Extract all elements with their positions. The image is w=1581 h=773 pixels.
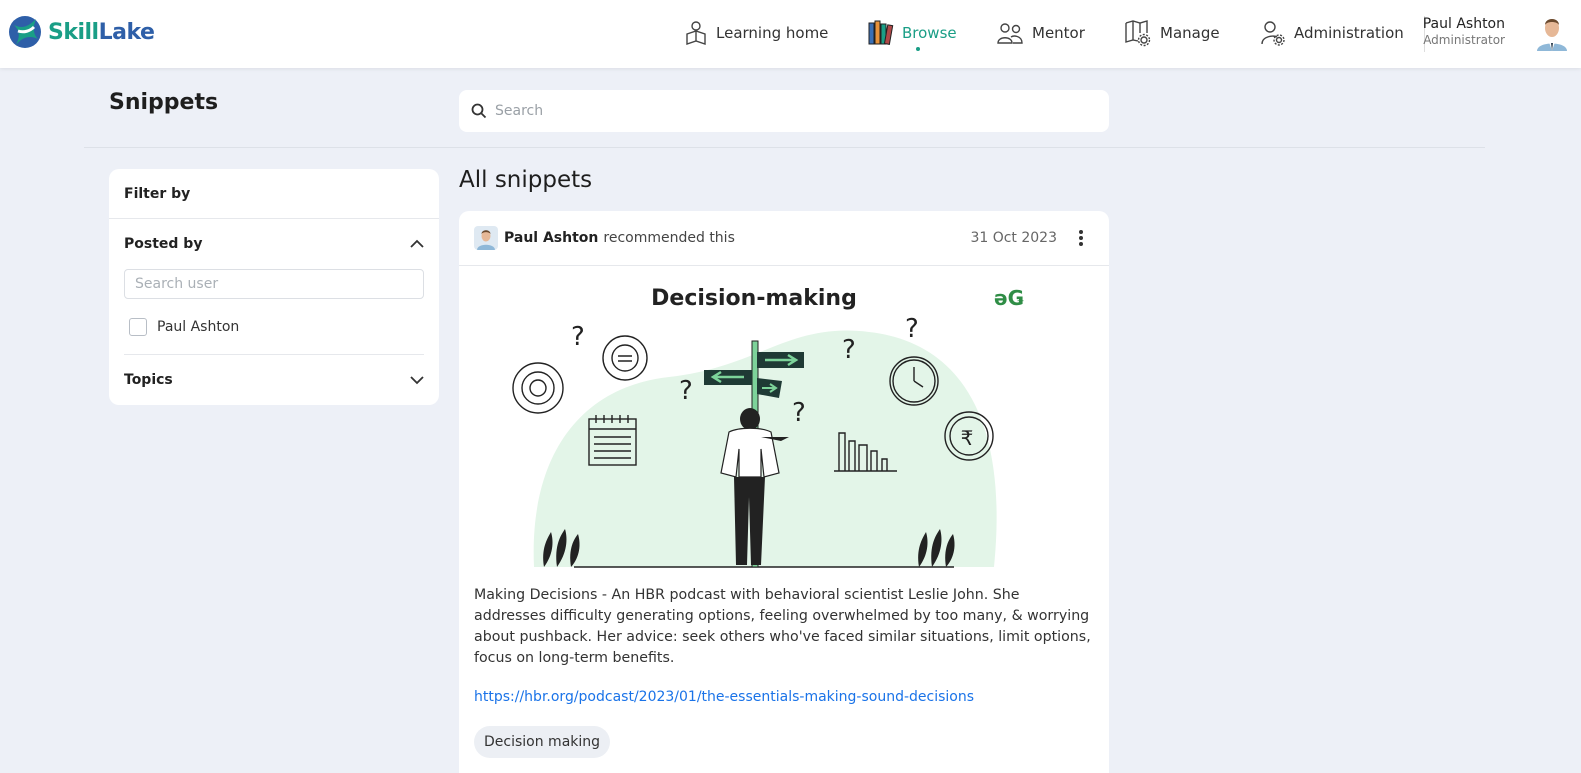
logo-text-lake: Lake bbox=[98, 19, 155, 45]
page-title: Snippets bbox=[109, 90, 219, 115]
poster-action: recommended this bbox=[603, 230, 735, 246]
nav-administration[interactable]: Administration bbox=[1260, 18, 1404, 48]
poster-avatar[interactable] bbox=[474, 226, 498, 250]
svg-text:?: ? bbox=[571, 322, 585, 352]
posted-by-label: Posted by bbox=[124, 236, 203, 252]
snippet-date: 31 Oct 2023 bbox=[970, 230, 1057, 246]
top-navigation-bar: SkillLake Learning home Browse Mentor Ma… bbox=[0, 0, 1581, 68]
snippet-description: Making Decisions - An HBR podcast with b… bbox=[474, 587, 1091, 666]
search-bar[interactable] bbox=[459, 90, 1109, 132]
manage-icon bbox=[1125, 20, 1151, 47]
logo-text-skill: Skill bbox=[48, 19, 99, 45]
svg-text:₹: ₹ bbox=[961, 426, 974, 450]
mentor-icon bbox=[997, 23, 1023, 44]
image-title: Decision-making bbox=[651, 286, 857, 311]
nav-administration-label: Administration bbox=[1294, 24, 1404, 42]
nav-browse-label: Browse bbox=[902, 24, 957, 42]
section-divider bbox=[84, 147, 1485, 148]
snippet-link[interactable]: https://hbr.org/podcast/2023/01/the-esse… bbox=[474, 689, 974, 705]
nav-browse[interactable]: Browse bbox=[868, 18, 957, 51]
user-menu[interactable]: Paul Ashton Administrator bbox=[1423, 16, 1505, 47]
image-logo: ǝǤ bbox=[994, 286, 1024, 310]
section-title: All snippets bbox=[459, 167, 593, 193]
chevron-down-icon bbox=[410, 376, 424, 385]
topics-toggle[interactable]: Topics bbox=[109, 355, 439, 405]
chevron-up-icon bbox=[410, 239, 424, 248]
snippet-card: Paul Ashton recommended this 31 Oct 2023… bbox=[459, 211, 1109, 773]
snippet-image[interactable]: Decision-making ǝǤ ₹ ?? ?? ? bbox=[499, 277, 1059, 577]
nav-learning-home-label: Learning home bbox=[716, 24, 829, 42]
skilllake-logo[interactable]: SkillLake bbox=[8, 13, 155, 51]
svg-text:?: ? bbox=[792, 398, 806, 428]
svg-text:?: ? bbox=[679, 376, 693, 406]
svg-text:?: ? bbox=[842, 335, 856, 365]
user-checkbox[interactable] bbox=[129, 317, 147, 336]
learning-home-icon bbox=[686, 21, 706, 45]
nav-manage-label: Manage bbox=[1160, 24, 1220, 42]
snippet-header: Paul Ashton recommended this 31 Oct 2023 bbox=[459, 211, 1109, 266]
posted-by-toggle[interactable]: Posted by bbox=[109, 219, 439, 269]
user-search-input[interactable] bbox=[124, 269, 424, 299]
user-filter-label: Paul Ashton bbox=[157, 318, 240, 335]
search-icon bbox=[471, 103, 487, 119]
books-icon bbox=[868, 20, 894, 45]
more-options-icon[interactable] bbox=[1073, 228, 1089, 248]
nav-mentor-label: Mentor bbox=[1032, 24, 1085, 42]
user-name: Paul Ashton bbox=[1422, 16, 1505, 32]
filter-header: Filter by bbox=[109, 169, 439, 219]
active-indicator bbox=[916, 47, 921, 51]
logo-mark-icon bbox=[9, 16, 41, 48]
search-input[interactable] bbox=[495, 103, 1095, 119]
svg-text:?: ? bbox=[905, 314, 919, 344]
nav-manage[interactable]: Manage bbox=[1124, 18, 1220, 48]
user-avatar[interactable] bbox=[1533, 13, 1571, 51]
nav-learning-home[interactable]: Learning home bbox=[684, 18, 828, 48]
admin-icon bbox=[1261, 21, 1285, 46]
nav-mentor[interactable]: Mentor bbox=[996, 18, 1085, 48]
user-filter-option[interactable]: Paul Ashton bbox=[124, 299, 424, 355]
poster-name[interactable]: Paul Ashton bbox=[504, 230, 598, 246]
topic-tag[interactable]: Decision making bbox=[474, 726, 611, 758]
filter-panel: Filter by Posted by Paul Ashton Topics bbox=[109, 169, 439, 405]
topics-label: Topics bbox=[124, 372, 173, 388]
user-role: Administrator bbox=[1423, 33, 1505, 47]
